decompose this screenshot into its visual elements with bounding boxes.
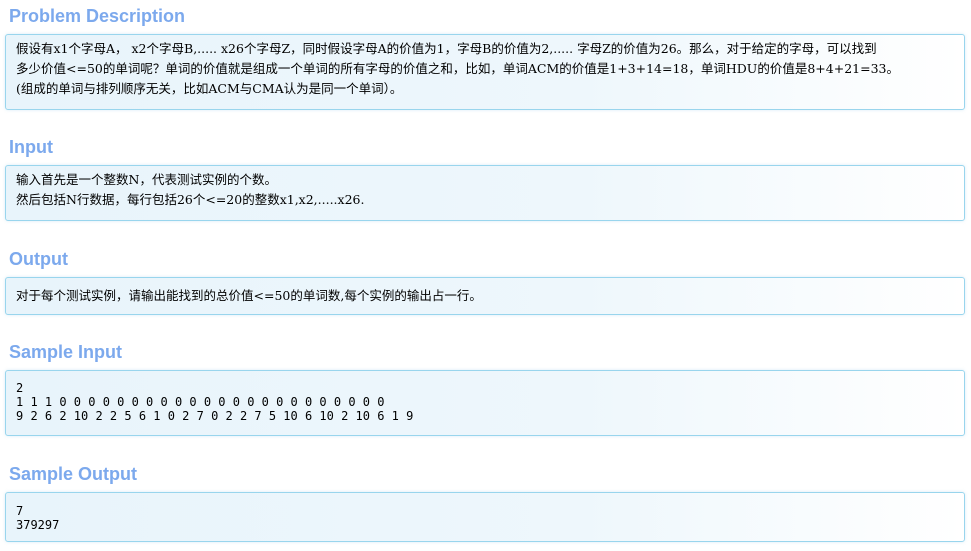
problem-description-panel: 假设有x1个字母A， x2个字母B,..... x26个字母Z，同时假设字母A的… [5,34,965,110]
sample-output-line: 7 [16,504,24,518]
problem-description-line: 假设有x1个字母A， x2个字母B,..... x26个字母Z，同时假设字母A的… [16,41,877,56]
input-panel: 输入首先是一个整数N，代表测试实例的个数。 然后包括N行数据，每行包括26个<=… [5,165,965,221]
output-text: 对于每个测试实例，请输出能找到的总价值<=50的单词数,每个实例的输出占一行。 [6,278,964,306]
input-text: 输入首先是一个整数N，代表测试实例的个数。 然后包括N行数据，每行包括26个<=… [6,166,964,210]
sample-input-panel: 21 1 1 0 0 0 0 0 0 0 0 0 0 0 0 0 0 0 0 0… [5,370,965,436]
sample-input-line: 9 2 6 2 10 2 2 5 6 1 0 2 7 0 2 2 7 5 10 … [16,409,414,423]
problem-description-line: (组成的单词与排列顺序无关，比如ACM与CMA认为是同一个单词）。 [16,81,403,96]
input-line: 输入首先是一个整数N，代表测试实例的个数。 [16,172,277,187]
problem-description-text: 假设有x1个字母A， x2个字母B,..... x26个字母Z，同时假设字母A的… [6,35,964,99]
input-line: 然后包括N行数据，每行包括26个<=20的整数x1,x2,.....x26. [16,192,365,207]
problem-description-heading: Problem Description [9,6,186,26]
output-line: 对于每个测试实例，请输出能找到的总价值<=50的单词数,每个实例的输出占一行。 [16,288,482,303]
sample-output-heading: Sample Output [9,464,138,484]
problem-description-line: 多少价值<=50的单词呢？单词的价值就是组成一个单词的所有字母的价值之和，比如，… [16,61,899,76]
input-heading: Input [9,137,53,157]
output-panel: 对于每个测试实例，请输出能找到的总价值<=50的单词数,每个实例的输出占一行。 [5,277,965,315]
sample-output-panel: 7 379297 [5,492,965,542]
sample-output-line: 379297 [16,518,60,532]
sample-output-code: 7 379297 [6,493,964,532]
output-heading: Output [9,249,68,269]
sample-input-code: 21 1 1 0 0 0 0 0 0 0 0 0 0 0 0 0 0 0 0 0… [6,371,964,423]
sample-input-heading: Sample Input [9,342,123,362]
sample-input-line: 1 1 1 0 0 0 0 0 0 0 0 0 0 0 0 0 0 0 0 0 … [16,395,385,409]
sample-input-line: 2 [16,381,24,395]
